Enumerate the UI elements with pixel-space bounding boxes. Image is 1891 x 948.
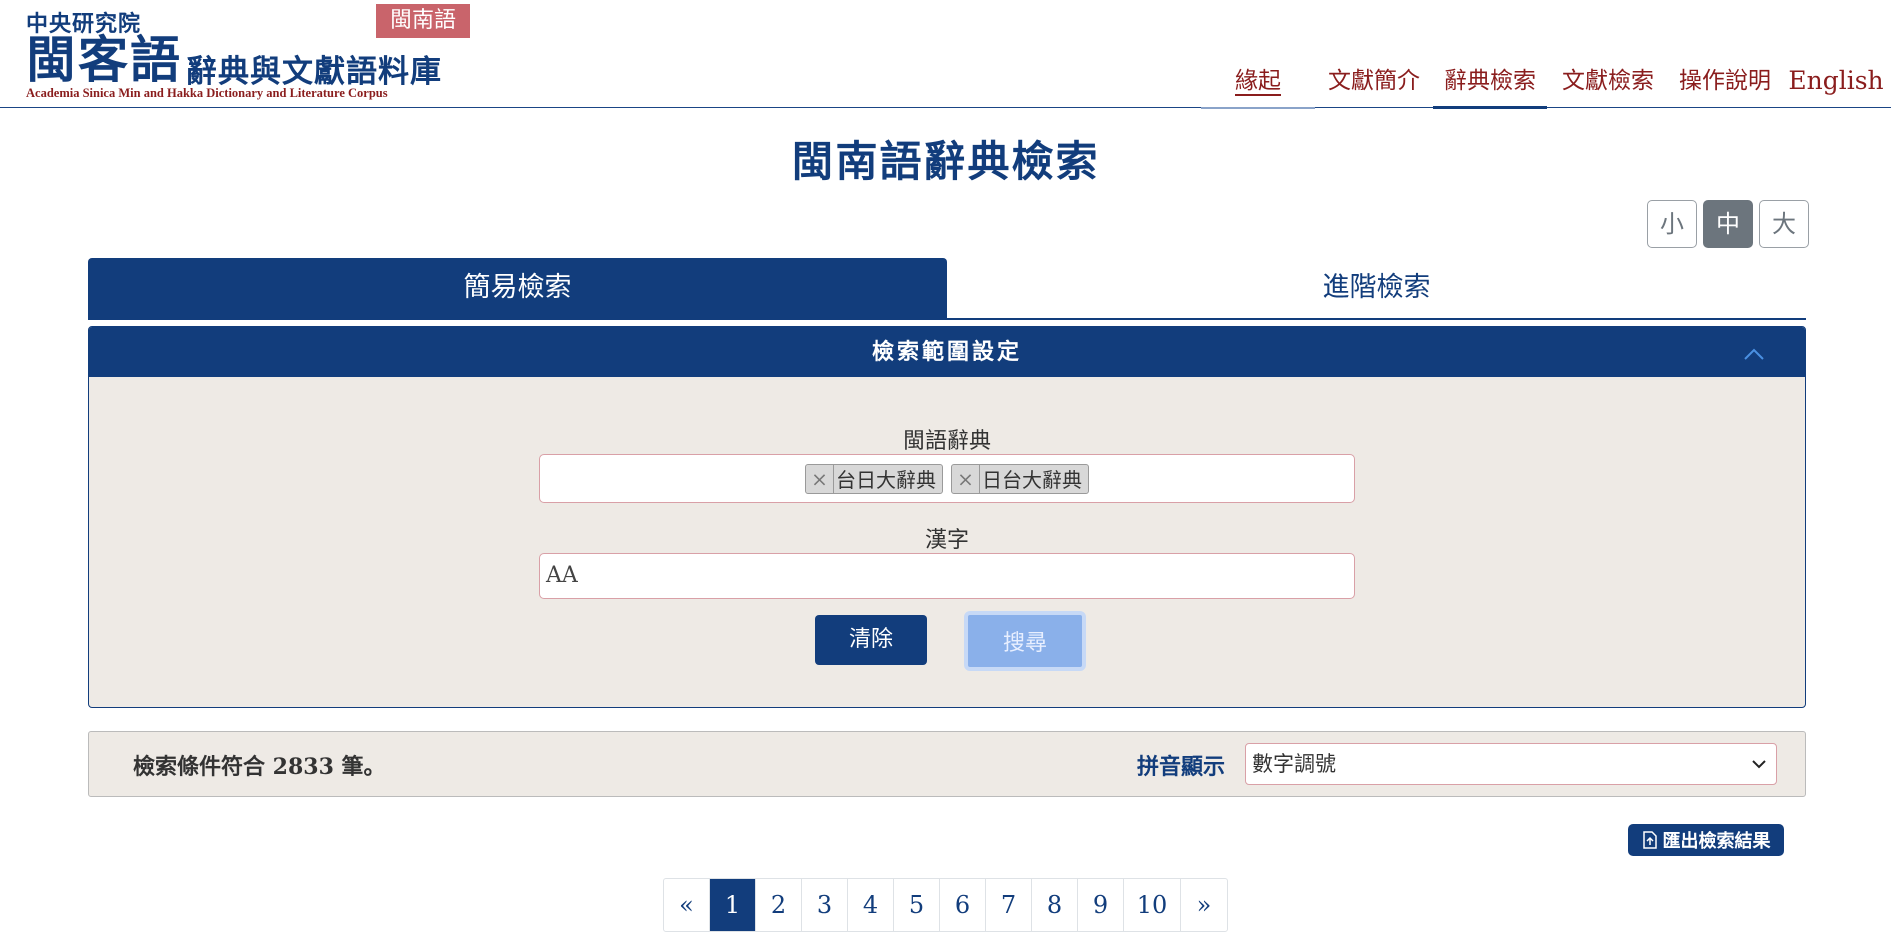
nav-english[interactable]: English [1781,58,1891,108]
nav-literature-search[interactable]: 文獻檢索 [1547,58,1669,108]
nav-instructions[interactable]: 操作說明 [1669,58,1781,108]
export-results-button[interactable]: 匯出檢索結果 [1628,824,1784,856]
chevron-down-icon [1752,760,1766,769]
close-icon[interactable]: × [952,464,980,493]
pagination-page[interactable]: 2 [756,879,802,931]
export-label: 匯出檢索結果 [1662,831,1771,852]
pagination-page[interactable]: 1 [710,879,756,931]
font-size-small-button[interactable]: 小 [1647,200,1697,248]
result-summary-bar: 檢索條件符合 2833 筆。 拼音顯示 數字調號 [88,731,1806,797]
pagination-page[interactable]: 5 [894,879,940,931]
pagination-page[interactable]: 3 [802,879,848,931]
pagination-page[interactable]: 10 [1124,879,1181,931]
pagination-next[interactable]: » [1181,879,1227,931]
pagination-prev[interactable]: « [664,879,710,931]
tab-simple-search[interactable]: 簡易檢索 [88,258,947,318]
hanzi-input[interactable]: AA [539,553,1355,599]
nav-origin[interactable]: 緣起 [1201,58,1315,109]
font-size-large-button[interactable]: 大 [1759,200,1809,248]
dictionary-chip: × 台日大辭典 [805,463,943,494]
site-header: 中央研究院 閩客語 辭典與文獻語料庫 Academia Sinica Min a… [0,0,1891,109]
nav-dictionary-search[interactable]: 辭典檢索 [1433,58,1547,109]
chevron-up-icon[interactable] [1743,344,1765,366]
pagination-page[interactable]: 6 [940,879,986,931]
tab-advanced-search[interactable]: 進階檢索 [947,258,1806,318]
chip-label: 日台大辭典 [982,468,1082,492]
font-size-selector: 小 中 大 [1647,200,1809,248]
main-nav: 緣起 文獻簡介 辭典檢索 文獻檢索 操作說明 English [1201,58,1891,109]
dictionary-chip: × 日台大辭典 [951,463,1089,494]
logo-subtitle: 辭典與文獻語料庫 [186,54,442,90]
logo-english-name: Academia Sinica Min and Hakka Dictionary… [26,86,388,100]
close-icon[interactable]: × [806,464,834,493]
dictionary-label: 閩語辭典 [902,429,991,454]
file-export-icon [1642,831,1657,849]
pinyin-display-select[interactable]: 數字調號 [1245,743,1777,785]
nav-literature-intro[interactable]: 文獻簡介 [1315,58,1433,108]
language-badge[interactable]: 閩南語 [376,4,470,38]
font-size-medium-button[interactable]: 中 [1703,200,1753,248]
dictionary-multiselect[interactable]: × 台日大辭典 × 日台大辭典 [539,454,1355,503]
pagination-page[interactable]: 4 [848,879,894,931]
pagination: « 1 2 3 4 5 6 7 8 9 10 » [663,878,1228,932]
clear-button[interactable]: 清除 [815,615,927,665]
search-range-header[interactable]: 檢索範圍設定 [89,327,1805,377]
search-range-panel: 檢索範圍設定 閩語辭典 × 台日大辭典 × 日台大辭典 漢字 AA 清除 搜尋 [88,326,1806,708]
search-button[interactable]: 搜尋 [964,611,1086,671]
pagination-page[interactable]: 9 [1078,879,1124,931]
pagination-page[interactable]: 8 [1032,879,1078,931]
pinyin-select-value: 數字調號 [1252,752,1336,776]
logo-main-title: 閩客語 [26,30,182,89]
result-count-text: 檢索條件符合 2833 筆。 [133,754,386,780]
hanzi-label: 漢字 [924,528,969,553]
search-mode-tabs: 簡易檢索 進階檢索 [88,258,1806,320]
pagination-page[interactable]: 7 [986,879,1032,931]
page-title: 閩南語辭典檢索 [791,137,1100,186]
search-range-title: 檢索範圍設定 [871,339,1022,365]
pinyin-display-label: 拼音顯示 [1137,754,1226,780]
chip-label: 台日大辭典 [836,468,936,492]
